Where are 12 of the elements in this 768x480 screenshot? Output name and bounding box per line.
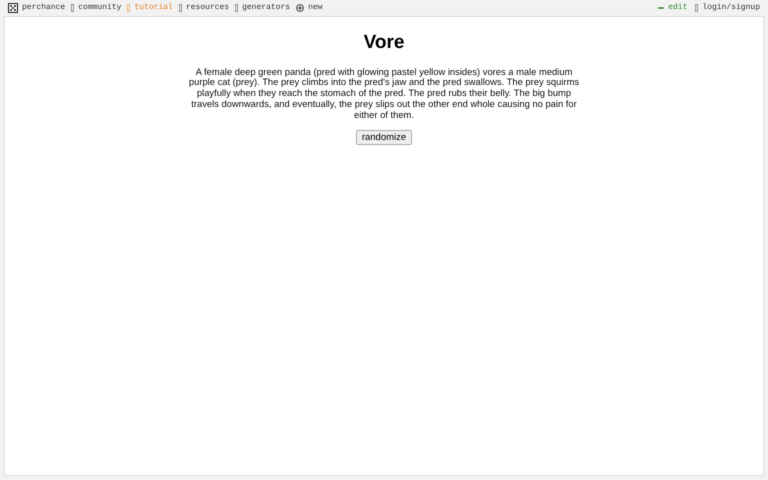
nav-link[interactable]: community [71,2,122,14]
page-title: Vore [364,31,404,55]
nav-link[interactable]: edit [658,2,688,14]
nav-link[interactable]: generators [235,2,290,14]
output-text: A female deep green panda (pred with glowing pastel yellow insides) vores a male medium purple cat (prey). The prey climbs into the pred's jaw and the pred swallows. The prey squirms playfully when they reach the stomach of the pred. The pred rubs their belly. The big bump travels downwards, and eventually, the prey slips out the other end whole causing no pain for either of them. [188,66,580,120]
nav-link[interactable]: resources [178,2,230,14]
nav-link[interactable]: new [296,2,322,14]
randomize-button[interactable]: randomize [356,130,412,146]
nav-link[interactable]: login/signup [695,2,760,14]
nav-link[interactable]: perchance [8,2,66,14]
dice-icon [8,3,18,13]
plus-circle-icon [296,4,304,12]
